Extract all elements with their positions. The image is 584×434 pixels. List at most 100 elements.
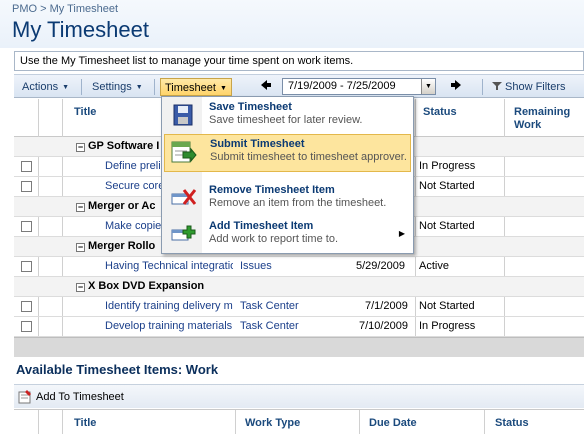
row-checkbox[interactable] xyxy=(21,301,32,312)
available-items-header: Title Work Type Due Date Status xyxy=(14,409,584,434)
task-title-link[interactable]: Develop training materials xyxy=(105,320,232,332)
collapse-icon[interactable]: − xyxy=(76,283,85,292)
available-column-status[interactable]: Status xyxy=(495,417,529,429)
task-date: 7/1/2009 xyxy=(365,300,408,312)
task-title-link[interactable]: Make copies xyxy=(105,220,167,232)
toolbar: Actions ▼ Settings ▼ Timesheet ▼ 7/19/2009 … xyxy=(14,74,584,98)
group-title: − GP Software I xyxy=(76,140,159,152)
settings-label: Settings xyxy=(92,81,132,93)
table-row[interactable]: Identify training delivery m Task Center 7… xyxy=(14,297,584,317)
group-label: Merger Rollo xyxy=(88,240,156,252)
task-date: 5/29/2009 xyxy=(356,260,405,272)
task-status: Not Started xyxy=(419,300,475,312)
add-icon xyxy=(171,225,196,241)
menu-item-save-timesheet[interactable]: Save Timesheet Save timesheet for later … xyxy=(164,98,411,134)
arrow-right-icon xyxy=(451,80,461,90)
column-divider xyxy=(359,410,360,434)
available-column-due-date[interactable]: Due Date xyxy=(369,417,417,429)
remaining-line1: Remaining xyxy=(514,106,571,118)
task-title-link[interactable]: Define preli xyxy=(105,160,161,172)
task-worktype: Issues xyxy=(240,260,272,272)
task-title-link[interactable]: Having Technical integratio xyxy=(105,260,233,272)
row-checkbox[interactable] xyxy=(21,221,32,232)
menu-item-title: Submit Timesheet xyxy=(210,138,305,150)
collapse-icon[interactable]: − xyxy=(76,243,85,252)
column-header-title[interactable]: Title xyxy=(74,106,96,118)
page-description: Use the My Timesheet list to manage your… xyxy=(14,51,584,71)
group-row[interactable]: − X Box DVD Expansion xyxy=(14,277,584,297)
menu-item-description: Save timesheet for later review. xyxy=(209,114,363,126)
dropdown-arrow-icon[interactable]: ▼ xyxy=(421,79,435,94)
group-title: − Merger Rollo xyxy=(76,240,155,252)
row-checkbox[interactable] xyxy=(21,321,32,332)
table-row[interactable]: Develop training materials Task Center 7/1… xyxy=(14,317,584,337)
remaining-line2: Work xyxy=(514,119,542,131)
breadcrumb[interactable]: PMO > My Timesheet xyxy=(12,3,118,15)
timesheet-dropdown-menu: Save Timesheet Save timesheet for later … xyxy=(161,96,414,254)
task-title-link[interactable]: Secure core xyxy=(105,180,164,192)
menu-item-title: Add Timesheet Item xyxy=(209,220,314,232)
task-worktype: Task Center xyxy=(240,300,299,312)
toolbar-divider xyxy=(482,79,483,95)
column-header-remaining-work[interactable]: Remaining Work xyxy=(514,106,570,132)
task-status: Not Started xyxy=(419,220,475,232)
period-select-value: 7/19/2009 - 7/25/2009 xyxy=(288,80,396,92)
previous-period-button[interactable] xyxy=(260,79,272,94)
available-column-work-type[interactable]: Work Type xyxy=(245,417,300,429)
add-to-timesheet-icon xyxy=(18,390,31,404)
group-title: − Merger or Ac xyxy=(76,200,155,212)
add-to-timesheet-button[interactable]: Add To Timesheet xyxy=(36,391,124,403)
timesheet-menu[interactable]: Timesheet ▼ xyxy=(160,78,232,96)
timesheet-label: Timesheet xyxy=(165,82,216,94)
menu-item-submit-timesheet[interactable]: Submit Timesheet Submit timesheet to tim… xyxy=(164,134,411,172)
task-status: In Progress xyxy=(419,160,476,172)
arrow-left-icon xyxy=(261,80,271,90)
group-label: Merger or Ac xyxy=(88,200,156,212)
show-filters-button[interactable]: Show Filters xyxy=(488,78,570,96)
table-row[interactable]: Having Technical integratio Issues 5/29/20… xyxy=(14,257,584,277)
toolbar-divider xyxy=(81,79,82,95)
add-toolbar: Add To Timesheet xyxy=(14,384,584,408)
task-status: Not Started xyxy=(419,180,475,192)
collapse-icon[interactable]: − xyxy=(76,203,85,212)
actions-label: Actions xyxy=(22,81,59,93)
group-title: − X Box DVD Expansion xyxy=(76,280,204,292)
menu-item-title: Remove Timesheet Item xyxy=(209,184,335,196)
toolbar-divider xyxy=(154,79,155,95)
page-title: My Timesheet xyxy=(12,17,149,42)
filter-icon xyxy=(492,82,502,90)
column-divider xyxy=(38,410,39,434)
collapse-icon[interactable]: − xyxy=(76,143,85,152)
next-period-button[interactable] xyxy=(450,79,462,94)
menu-item-add-timesheet-item[interactable]: Add Timesheet Item Add work to report ti… xyxy=(164,217,411,253)
task-date: 7/10/2009 xyxy=(359,320,408,332)
remove-icon xyxy=(171,189,196,205)
page-header: PMO > My Timesheet My Timesheet xyxy=(0,0,584,48)
chevron-down-icon: ▼ xyxy=(135,84,143,91)
menu-item-title: Save Timesheet xyxy=(209,101,292,113)
grid-footer xyxy=(14,337,584,357)
column-header-status[interactable]: Status xyxy=(423,106,457,118)
actions-menu[interactable]: Actions ▼ xyxy=(18,78,73,96)
group-label: GP Software I xyxy=(88,140,160,152)
group-label: X Box DVD Expansion xyxy=(88,280,205,292)
available-column-title[interactable]: Title xyxy=(74,417,96,429)
column-divider xyxy=(235,410,236,434)
menu-item-description: Add work to report time to. xyxy=(209,233,338,245)
available-items-heading: Available Timesheet Items: Work xyxy=(16,362,219,377)
save-icon xyxy=(173,104,193,126)
row-checkbox[interactable] xyxy=(21,161,32,172)
row-checkbox[interactable] xyxy=(21,261,32,272)
column-divider xyxy=(484,410,485,434)
row-checkbox[interactable] xyxy=(21,181,32,192)
chevron-down-icon: ▼ xyxy=(219,85,227,92)
task-title-link[interactable]: Identify training delivery m xyxy=(105,300,235,312)
settings-menu[interactable]: Settings ▼ xyxy=(88,78,147,96)
menu-item-remove-timesheet-item[interactable]: Remove Timesheet Item Remove an item fro… xyxy=(164,181,411,217)
task-status: In Progress xyxy=(419,320,476,332)
submenu-arrow-icon: ▶ xyxy=(398,229,405,238)
submit-icon xyxy=(171,141,197,163)
period-select[interactable]: 7/19/2009 - 7/25/2009 ▼ xyxy=(282,78,436,95)
task-status: Active xyxy=(419,260,449,272)
show-filters-label: Show Filters xyxy=(505,81,566,93)
